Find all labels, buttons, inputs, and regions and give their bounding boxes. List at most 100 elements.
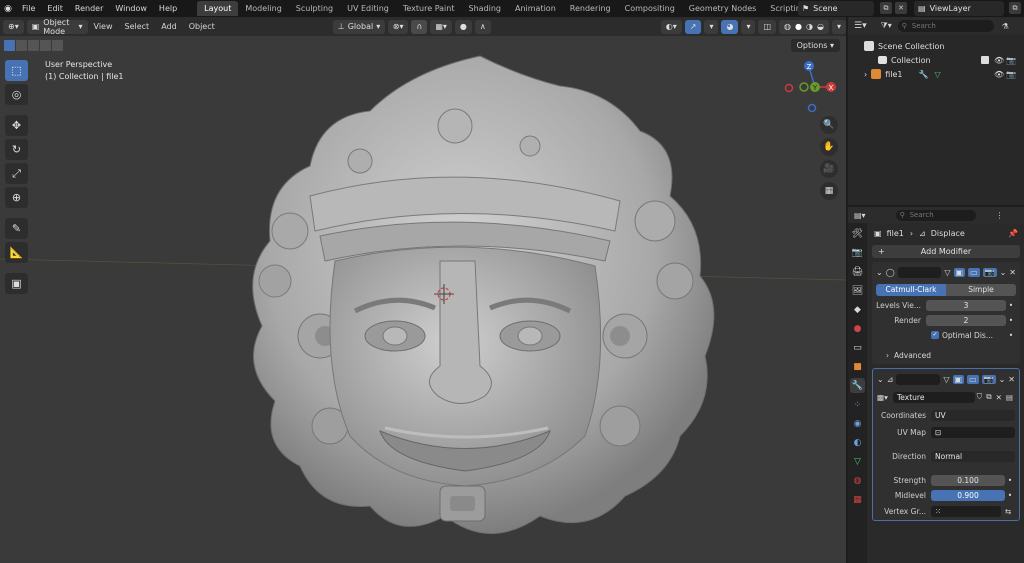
- tool-tab-icon[interactable]: 🛠: [850, 226, 865, 241]
- camera-icon[interactable]: 📷: [1006, 70, 1016, 79]
- overlay-toggle[interactable]: ◕: [721, 19, 739, 34]
- output-tab-icon[interactable]: 🖨: [850, 264, 865, 279]
- modifier-wrench-icon[interactable]: 🔧: [918, 70, 928, 79]
- tab-geometry-nodes[interactable]: Geometry Nodes: [682, 1, 763, 16]
- outliner-row-file1[interactable]: › file1 🔧 ▽ 👁 📷: [848, 67, 1024, 81]
- eye-icon[interactable]: 👁: [994, 70, 1004, 79]
- select-new-icon[interactable]: [4, 40, 15, 51]
- scene-tab-icon[interactable]: ◆: [850, 302, 865, 317]
- render-levels-field[interactable]: 2: [926, 314, 1006, 326]
- scene-selector[interactable]: ⚑ Scene: [798, 1, 874, 16]
- wireframe-shading-icon[interactable]: ◍: [784, 22, 791, 31]
- pin-icon[interactable]: 📌: [1008, 229, 1018, 238]
- select-invert-icon[interactable]: [40, 40, 51, 51]
- optimal-display-checkbox[interactable]: ✓: [931, 331, 939, 339]
- add-cube-tool-icon[interactable]: ▣: [5, 273, 28, 294]
- mode-selector[interactable]: ▣ Object Mode ▾: [26, 18, 88, 36]
- editor-type-button[interactable]: ⊕▾: [3, 19, 24, 34]
- blender-logo-icon[interactable]: ◉: [0, 0, 16, 17]
- menu-file[interactable]: File: [16, 0, 41, 17]
- toggle-perspective-icon[interactable]: ▦: [820, 182, 838, 200]
- sculpted-mask-mesh[interactable]: [252, 55, 715, 534]
- advanced-subpanel[interactable]: › Advanced: [876, 349, 1016, 361]
- rendered-shading-icon[interactable]: ◒: [817, 22, 824, 31]
- edit-cage-icon[interactable]: ▽: [943, 375, 949, 384]
- transform-tool-icon[interactable]: ⊕: [5, 187, 28, 208]
- gizmo-dropdown[interactable]: ▾: [704, 19, 719, 34]
- keyframe-dot-icon[interactable]: •: [1006, 331, 1016, 340]
- strength-field[interactable]: 0.100: [931, 474, 1005, 486]
- menu-window[interactable]: Window: [109, 0, 153, 17]
- eye-icon[interactable]: 👁: [994, 56, 1004, 65]
- editmode-toggle-icon[interactable]: ▣: [953, 267, 966, 277]
- direction-dropdown[interactable]: Normal: [931, 450, 1015, 462]
- texture-checker-icon[interactable]: ▩▾: [877, 393, 893, 402]
- outliner-filter-icon[interactable]: ⚗: [1002, 22, 1009, 31]
- tab-animation[interactable]: Animation: [508, 1, 563, 16]
- pan-view-icon[interactable]: ✋: [820, 138, 838, 156]
- tab-compositing[interactable]: Compositing: [618, 1, 682, 16]
- gizmo-z-icon[interactable]: [804, 61, 814, 71]
- annotate-tool-icon[interactable]: ✎: [5, 218, 28, 239]
- gizmo-toggle[interactable]: ↗: [684, 19, 702, 34]
- select-extend-icon[interactable]: [16, 40, 27, 51]
- edit-cage-icon[interactable]: ▽: [944, 268, 950, 277]
- fake-user-icon[interactable]: ⛉: [977, 392, 983, 402]
- material-shading-icon[interactable]: ◑: [806, 22, 813, 31]
- scale-tool-icon[interactable]: ⤢: [5, 163, 28, 184]
- simple-button[interactable]: Simple: [946, 284, 1016, 296]
- keyframe-dot-icon[interactable]: •: [1006, 301, 1016, 310]
- collection-tab-icon[interactable]: ▭: [850, 340, 865, 355]
- constraints-tab-icon[interactable]: ◐: [850, 435, 865, 450]
- keyframe-dot-icon[interactable]: •: [1006, 316, 1016, 325]
- outliner-row-collection[interactable]: Collection 👁 📷: [848, 53, 1024, 67]
- menu-edit[interactable]: Edit: [41, 0, 69, 17]
- view-layer-tab-icon[interactable]: 🖼: [850, 283, 865, 298]
- midlevel-field[interactable]: 0.900: [931, 489, 1005, 501]
- tab-shading[interactable]: Shading: [461, 1, 508, 16]
- menu-view[interactable]: View: [88, 22, 119, 31]
- zoom-view-icon[interactable]: 🔍: [820, 116, 838, 134]
- select-subtract-icon[interactable]: [28, 40, 39, 51]
- delete-scene-icon[interactable]: ✕: [895, 2, 907, 14]
- tab-rendering[interactable]: Rendering: [563, 1, 618, 16]
- catmull-clark-button[interactable]: Catmull-Clark: [876, 284, 946, 296]
- menu-select[interactable]: Select: [119, 22, 156, 31]
- close-icon[interactable]: ✕: [1009, 268, 1016, 277]
- properties-editor-icon[interactable]: ▤▾: [854, 211, 866, 220]
- physics-tab-icon[interactable]: ◉: [850, 416, 865, 431]
- chevron-down-icon[interactable]: ⌄: [999, 375, 1006, 384]
- xray-toggle[interactable]: ◫: [758, 19, 777, 34]
- collapse-chevron-icon[interactable]: ⌄: [876, 268, 883, 277]
- camera-icon[interactable]: 📷: [1006, 56, 1016, 65]
- texture-browse-icon[interactable]: ▤: [1006, 393, 1013, 402]
- measure-tool-icon[interactable]: 📐: [5, 242, 28, 263]
- overlay-dropdown[interactable]: ▾: [741, 19, 756, 34]
- modifier-name-field[interactable]: [896, 373, 941, 385]
- close-icon[interactable]: ✕: [1008, 375, 1015, 384]
- 3d-viewport[interactable]: Z X Y Options ▾ User Perspective (1) Col…: [0, 36, 846, 563]
- properties-search-input[interactable]: ⚲ Search: [895, 209, 976, 221]
- tab-layout[interactable]: Layout: [197, 1, 239, 16]
- gizmo-y-icon[interactable]: [810, 82, 820, 92]
- mesh-data-icon[interactable]: ▽: [934, 70, 940, 79]
- visibility-button[interactable]: ◐▾: [660, 19, 682, 34]
- vertex-group-field[interactable]: ⁙: [931, 505, 1001, 517]
- panel-options-icon[interactable]: ⋮: [996, 211, 1004, 220]
- realtime-toggle-icon[interactable]: ▭: [967, 374, 979, 384]
- invert-arrows-icon[interactable]: ⇆: [1001, 507, 1015, 516]
- levels-viewport-field[interactable]: 3: [926, 299, 1006, 311]
- texture-tab-icon[interactable]: ▦: [850, 492, 865, 507]
- menu-help[interactable]: Help: [153, 0, 183, 17]
- add-modifier-button[interactable]: + Add Modifier: [872, 245, 1020, 258]
- outliner-row-scene-collection[interactable]: Scene Collection: [848, 39, 1024, 53]
- collapse-chevron-icon[interactable]: ⌄: [877, 375, 884, 384]
- shading-dropdown[interactable]: ▾: [831, 19, 846, 34]
- render-tab-icon[interactable]: 📷: [850, 245, 865, 260]
- keyframe-dot-icon[interactable]: •: [1005, 491, 1015, 500]
- select-intersect-icon[interactable]: [52, 40, 63, 51]
- particles-tab-icon[interactable]: ⁘: [850, 397, 865, 412]
- keyframe-dot-icon[interactable]: •: [1005, 476, 1015, 485]
- editmode-toggle-icon[interactable]: ▣: [952, 374, 965, 384]
- camera-view-icon[interactable]: 🎥: [820, 160, 838, 178]
